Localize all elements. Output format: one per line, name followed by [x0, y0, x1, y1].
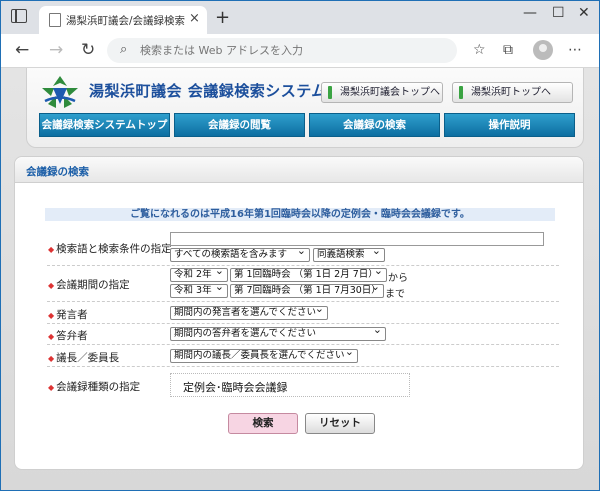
required-mark-icon: ◆: [48, 354, 55, 363]
site-title: 湯梨浜町議会 会議録検索システム: [89, 82, 327, 100]
refresh-icon[interactable]: ↻: [81, 40, 95, 60]
to-meeting-select[interactable]: 第 7回臨時会 （第 1日 7月30日）: [230, 284, 384, 298]
required-mark-icon: ◆: [48, 245, 55, 254]
bullet-icon: [328, 86, 332, 99]
keyword-label-text: 検索語と検索条件の指定: [56, 243, 172, 255]
browser-toolbar: ← → ↻ ⌕ ☆ ⧉ ⋯: [1, 34, 599, 68]
section-header: 会議録の検索: [15, 157, 583, 183]
favorites-icon[interactable]: ☆: [473, 42, 486, 58]
keyword-label: ◆ 検索語と検索条件の指定: [48, 241, 172, 256]
row-divider: [47, 323, 559, 324]
town-top-link[interactable]: 湯梨浜町トップへ: [452, 82, 573, 103]
council-top-link[interactable]: 湯梨浜町議会トップへ: [321, 82, 443, 103]
minimize-icon[interactable]: —: [523, 5, 537, 21]
answerer-label: ◆ 答弁者: [48, 328, 88, 343]
speaker-label-text: 発言者: [56, 309, 88, 321]
meeting-type-box: 定例会･臨時会会議録: [170, 373, 410, 397]
browser-window: 湯梨浜町議会/会議録検索システム × + — ☐ ✕ ← → ↻ ⌕ ☆ ⧉ ⋯: [0, 0, 600, 491]
search-button[interactable]: 検索: [228, 413, 298, 434]
town-top-label: 湯梨浜町トップへ: [471, 87, 551, 98]
new-tab-button[interactable]: +: [215, 7, 230, 28]
reset-button[interactable]: リセット: [305, 413, 375, 434]
forward-icon[interactable]: →: [49, 40, 63, 60]
tab-title: 湯梨浜町議会/会議録検索システム: [66, 15, 186, 27]
from-suffix: から: [388, 273, 408, 284]
section-title: 会議録の検索: [26, 166, 89, 178]
collections-icon[interactable]: ⧉: [503, 42, 513, 58]
council-top-label: 湯梨浜町議会トップへ: [340, 87, 440, 98]
availability-notice: ご覧になれるのは平成16年第1回臨時会以降の定例会・臨時会会議録です。: [45, 208, 555, 221]
row-divider: [47, 301, 559, 302]
type-label-text: 会議録種類の指定: [56, 381, 141, 393]
required-mark-icon: ◆: [48, 383, 55, 392]
synonym-mode-select[interactable]: 同義語検索: [313, 248, 385, 262]
answerer-label-text: 答弁者: [56, 330, 88, 342]
profile-avatar[interactable]: [533, 40, 553, 60]
more-menu-icon[interactable]: ⋯: [568, 42, 582, 58]
period-label-text: 会議期間の指定: [56, 279, 130, 291]
speaker-label: ◆ 発言者: [48, 307, 88, 322]
speaker-select[interactable]: 期間内の発言者を選んでください: [170, 306, 328, 320]
answerer-select[interactable]: 期間内の答弁者を選んでください: [170, 327, 386, 341]
nav-browse[interactable]: 会議録の閲覧: [174, 113, 305, 137]
page-favicon-icon: [49, 13, 61, 27]
tab-close-icon[interactable]: ×: [189, 11, 200, 26]
required-mark-icon: ◆: [48, 281, 55, 290]
from-year-select[interactable]: 令和 2年: [170, 268, 228, 282]
nav-system-top[interactable]: 会議録検索システムトップ: [39, 113, 170, 137]
tab-actions-icon[interactable]: [11, 9, 27, 23]
to-suffix: まで: [385, 289, 405, 300]
maximize-icon[interactable]: ☐: [552, 5, 565, 21]
meeting-type-value: 定例会･臨時会会議録: [183, 381, 288, 394]
nav-help[interactable]: 操作説明: [444, 113, 575, 137]
type-label: ◆ 会議録種類の指定: [48, 379, 140, 394]
address-bar[interactable]: ⌕: [107, 38, 457, 63]
to-year-select[interactable]: 令和 3年: [170, 284, 228, 298]
period-label: ◆ 会議期間の指定: [48, 277, 130, 292]
nav-search[interactable]: 会議録の検索: [309, 113, 440, 137]
required-mark-icon: ◆: [48, 332, 55, 341]
back-icon[interactable]: ←: [15, 40, 29, 60]
row-divider: [47, 265, 559, 266]
tab-bar: 湯梨浜町議会/会議録検索システム × + — ☐ ✕: [1, 1, 599, 34]
browser-tab[interactable]: 湯梨浜町議会/会議録検索システム ×: [39, 6, 207, 34]
keyword-mode-select[interactable]: すべての検索語を含みます: [170, 248, 310, 262]
from-meeting-select[interactable]: 第 1回臨時会 （第 1日 2月 7日）: [230, 268, 387, 282]
address-input[interactable]: [140, 38, 440, 63]
search-panel: 会議録の検索 ご覧になれるのは平成16年第1回臨時会以降の定例会・臨時会会議録で…: [14, 156, 584, 470]
row-divider: [47, 366, 559, 367]
town-logo-icon: [42, 76, 78, 108]
keyword-input[interactable]: [170, 232, 544, 246]
row-divider: [47, 344, 559, 345]
search-icon: ⌕: [120, 42, 128, 57]
site-header: 湯梨浜町議会 会議録検索システム 湯梨浜町議会トップへ 湯梨浜町トップへ 会議録…: [26, 68, 584, 148]
bullet-icon: [459, 86, 463, 99]
required-mark-icon: ◆: [48, 311, 55, 320]
web-page: 湯梨浜町議会 会議録検索システム 湯梨浜町議会トップへ 湯梨浜町トップへ 会議録…: [1, 68, 599, 490]
chair-select[interactable]: 期間内の議長／委員長を選んでください: [170, 349, 358, 363]
chair-label: ◆ 議長／委員長: [48, 350, 119, 365]
close-window-icon[interactable]: ✕: [578, 5, 590, 21]
chair-label-text: 議長／委員長: [56, 352, 120, 364]
